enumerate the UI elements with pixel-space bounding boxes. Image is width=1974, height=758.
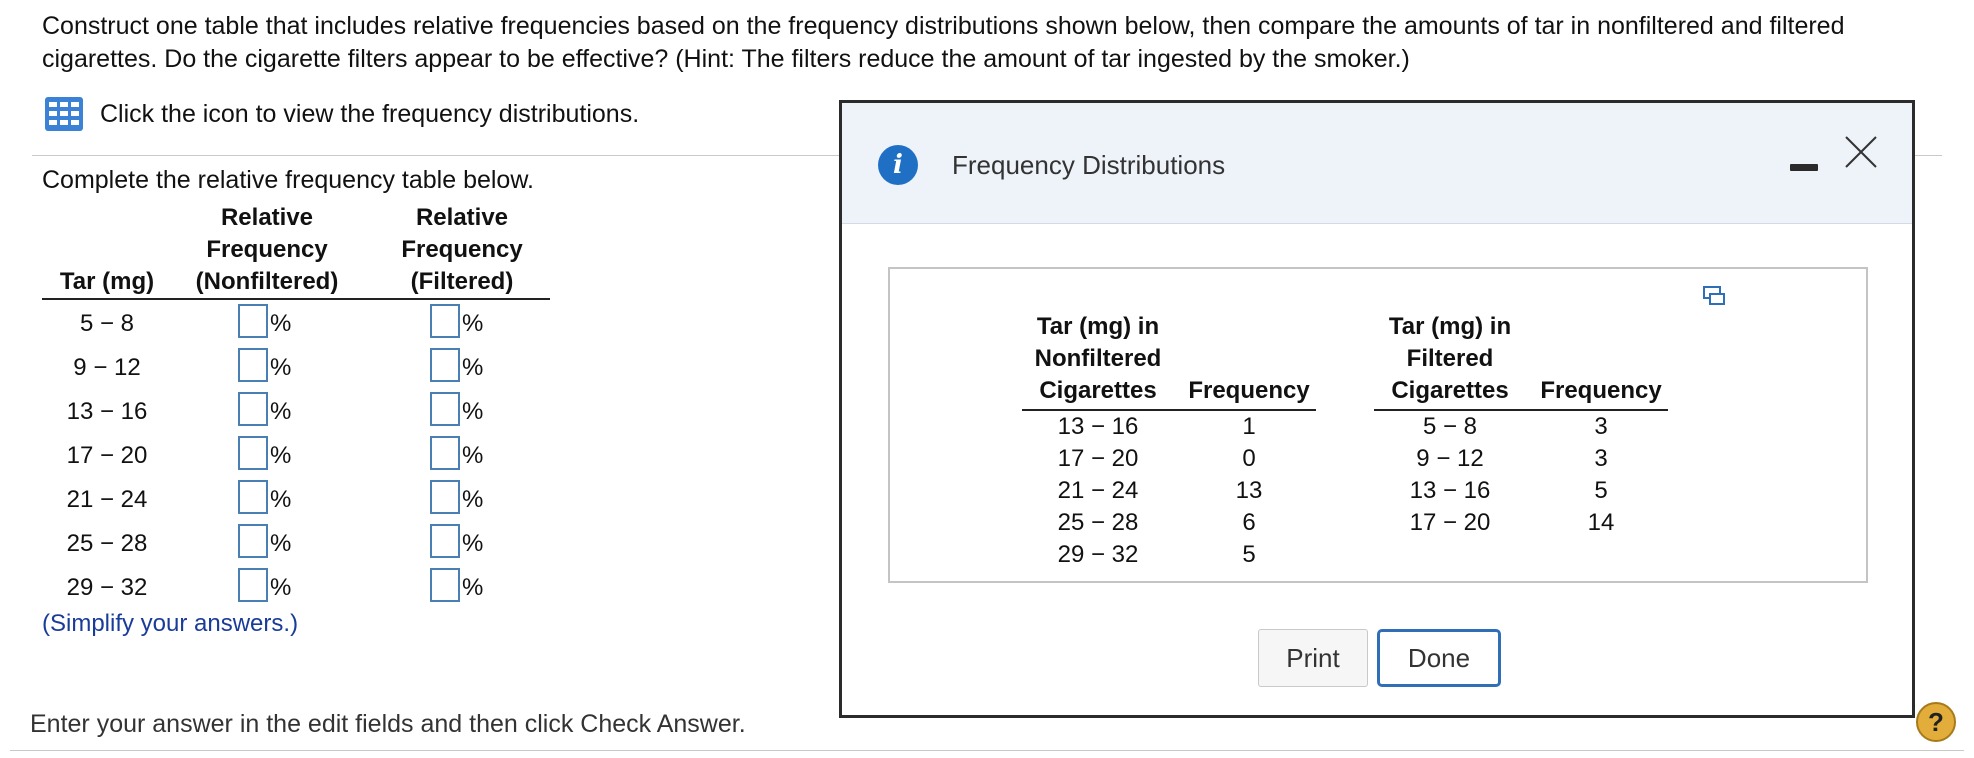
nonfiltered-header: Tar (mg) in Nonfiltered Cigarettes xyxy=(1018,311,1178,407)
filtered-input[interactable] xyxy=(430,348,460,382)
dialog-header: i Frequency Distributions xyxy=(842,103,1912,224)
nonfiltered-range: 13 − 16 xyxy=(1057,413,1139,440)
nonfiltered-range: 29 − 32 xyxy=(1057,541,1139,568)
nonfiltered-range: 17 − 20 xyxy=(1057,445,1139,472)
nonfiltered-input[interactable] xyxy=(238,524,268,558)
nonfiltered-header-line1: Tar (mg) in xyxy=(1036,313,1160,340)
icon-prompt: Click the icon to view the frequency dis… xyxy=(100,99,640,128)
filtered-range: 5 − 8 xyxy=(1422,413,1478,440)
nonfiltered-range: 21 − 24 xyxy=(1057,477,1139,504)
tar-range: 13 − 16 xyxy=(66,398,148,425)
filtered-input[interactable] xyxy=(430,436,460,470)
nonfiltered-input[interactable] xyxy=(238,568,268,602)
percent-sign: % xyxy=(270,442,292,469)
done-button[interactable]: Done xyxy=(1377,629,1501,687)
frequency-distributions-dialog: i Frequency Distributions Tar (mg) in No… xyxy=(839,100,1915,718)
filtered-input[interactable] xyxy=(430,480,460,514)
tar-range: 17 − 20 xyxy=(66,442,148,469)
nonfiltered-header-line3: Cigarettes xyxy=(1039,377,1157,404)
percent-sign: % xyxy=(270,354,292,381)
col-header-tar: Tar (mg) xyxy=(59,268,155,295)
filtered-range: 17 − 20 xyxy=(1409,509,1491,536)
percent-sign: % xyxy=(462,442,484,469)
filtered-input[interactable] xyxy=(430,392,460,426)
percent-sign: % xyxy=(462,574,484,601)
percent-sign: % xyxy=(270,574,292,601)
percent-sign: % xyxy=(270,310,292,337)
dialog-title: Frequency Distributions xyxy=(952,150,1226,180)
col-header-nonfiltered: Relative Frequency (Nonfiltered) xyxy=(182,202,352,298)
percent-sign: % xyxy=(462,354,484,381)
minimize-button[interactable] xyxy=(1788,153,1820,183)
distributions-panel: Tar (mg) in Nonfiltered Cigarettes Frequ… xyxy=(888,267,1868,583)
nonfiltered-frequency: 0 xyxy=(1242,445,1256,472)
nonfiltered-input[interactable] xyxy=(238,480,268,514)
filtered-frequency-header: Frequency xyxy=(1540,377,1662,404)
nonfiltered-frequency: 1 xyxy=(1242,413,1256,440)
nonfiltered-input[interactable] xyxy=(238,304,268,338)
percent-sign: % xyxy=(462,310,484,337)
divider xyxy=(10,750,1964,751)
filtered-input[interactable] xyxy=(430,524,460,558)
nonfiltered-input[interactable] xyxy=(238,392,268,426)
percent-sign: % xyxy=(462,530,484,557)
complete-label: Complete the relative frequency table be… xyxy=(42,166,534,194)
filtered-range: 9 − 12 xyxy=(1416,445,1484,472)
minimize-icon xyxy=(1790,164,1818,171)
filtered-header-line1: Tar (mg) in xyxy=(1388,313,1512,340)
tar-range: 9 − 12 xyxy=(73,354,141,381)
filtered-frequency: 3 xyxy=(1594,445,1608,472)
percent-sign: % xyxy=(270,398,292,425)
tar-range: 25 − 28 xyxy=(66,530,148,557)
tar-range: 5 − 8 xyxy=(79,310,135,337)
simplify-hint: (Simplify your answers.) xyxy=(42,610,299,637)
close-icon xyxy=(1845,136,1877,168)
filtered-input[interactable] xyxy=(430,304,460,338)
nonfiltered-input[interactable] xyxy=(238,436,268,470)
filtered-header-line3: Cigarettes xyxy=(1391,377,1509,404)
col-header-nf-line1: Relative xyxy=(220,204,314,231)
nonfiltered-frequency-header: Frequency xyxy=(1188,377,1310,404)
table-grid-icon[interactable] xyxy=(44,96,84,132)
filtered-input[interactable] xyxy=(430,568,460,602)
nonfiltered-header-line2: Nonfiltered xyxy=(1034,345,1162,372)
col-header-f-line3: (Filtered) xyxy=(410,268,514,295)
col-header-nf-line3: (Nonfiltered) xyxy=(195,268,339,295)
filtered-header: Tar (mg) in Filtered Cigarettes xyxy=(1370,311,1530,407)
filtered-frequency: 14 xyxy=(1587,509,1615,536)
header-rule xyxy=(42,298,550,300)
filtered-range: 13 − 16 xyxy=(1409,477,1491,504)
nonfiltered-frequency: 6 xyxy=(1242,509,1256,536)
filtered-header-line2: Filtered xyxy=(1406,345,1494,372)
col-header-f-line1: Relative xyxy=(415,204,509,231)
enter-answer-prompt: Enter your answer in the edit fields and… xyxy=(30,710,746,738)
nonfiltered-input[interactable] xyxy=(238,348,268,382)
tar-range: 29 − 32 xyxy=(66,574,148,601)
filtered-frequency: 3 xyxy=(1594,413,1608,440)
view-distributions-row[interactable]: Click the icon to view the frequency dis… xyxy=(44,96,639,132)
percent-sign: % xyxy=(270,486,292,513)
nonfiltered-frequency: 5 xyxy=(1242,541,1256,568)
copy-icon[interactable] xyxy=(1702,285,1726,307)
info-icon: i xyxy=(878,145,918,185)
filtered-frequency: 5 xyxy=(1594,477,1608,504)
percent-sign: % xyxy=(462,398,484,425)
close-button[interactable] xyxy=(1840,131,1882,173)
percent-sign: % xyxy=(270,530,292,557)
nonfiltered-frequency: 13 xyxy=(1235,477,1263,504)
help-button[interactable]: ? xyxy=(1916,702,1956,742)
tar-range: 21 − 24 xyxy=(66,486,148,513)
col-header-f-line2: Frequency xyxy=(401,236,523,263)
col-header-filtered: Relative Frequency (Filtered) xyxy=(382,202,542,298)
percent-sign: % xyxy=(462,486,484,513)
question-text: Construct one table that includes relati… xyxy=(42,12,1845,73)
print-button[interactable]: Print xyxy=(1258,629,1368,687)
nonfiltered-range: 25 − 28 xyxy=(1057,509,1139,536)
col-header-nf-line2: Frequency xyxy=(206,236,328,263)
